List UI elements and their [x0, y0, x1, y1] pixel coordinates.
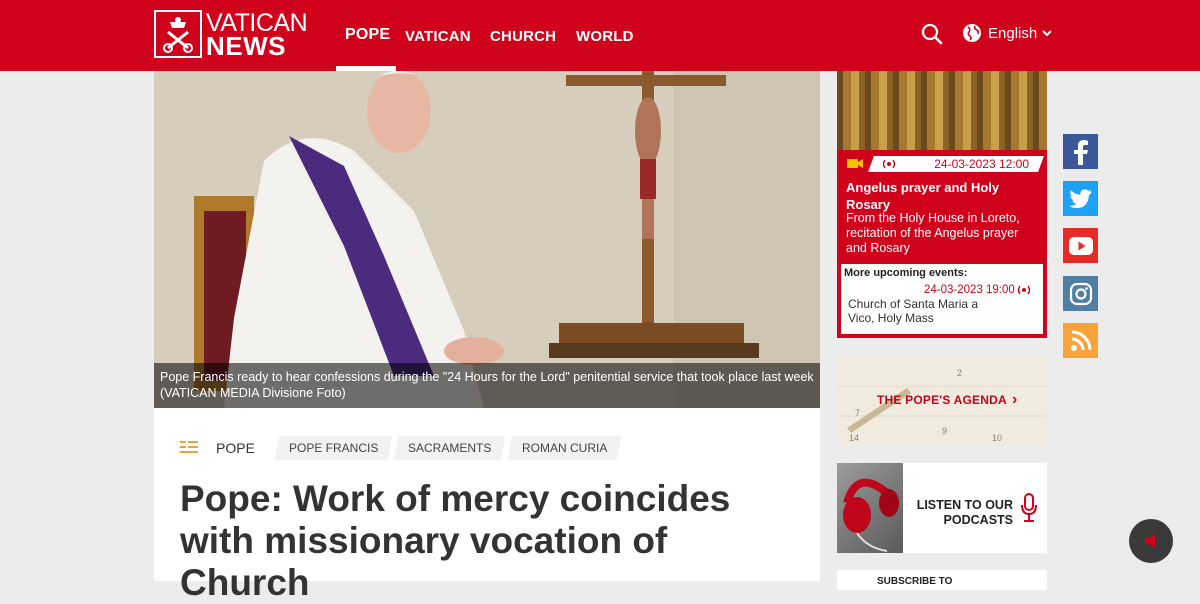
podcast-banner[interactable]: LISTEN TO OUR PODCASTS: [837, 463, 1047, 553]
rss-icon[interactable]: [1063, 323, 1098, 358]
search-icon[interactable]: [921, 23, 943, 45]
live-event-bar: 24-03-2023 12:00: [837, 154, 1047, 174]
language-selector[interactable]: English: [962, 23, 1053, 43]
article-header: POPE POPE FRANCIS SACRAMENTS ROMAN CURIA…: [154, 408, 820, 603]
video-camera-icon: [847, 159, 863, 168]
microphone-icon: [1021, 493, 1037, 522]
broadcast-icon: [882, 159, 896, 169]
more-event-datetime: 24-03-2023 19:00: [924, 284, 1015, 296]
more-event-description[interactable]: Church of Santa Maria a Vico, Holy Mass: [848, 297, 998, 325]
twitter-icon[interactable]: [1063, 181, 1098, 216]
subscribe-banner[interactable]: SUBSCRIBE TO: [837, 570, 1047, 590]
more-events-label: More upcoming events:: [844, 267, 968, 279]
nav-pope[interactable]: POPE: [345, 26, 390, 44]
language-label: English: [988, 24, 1038, 42]
vatican-emblem-icon: [154, 10, 202, 58]
live-event-datetime: 24-03-2023 12:00: [934, 157, 1029, 171]
nav-church[interactable]: CHURCH: [490, 28, 556, 45]
popes-agenda-banner[interactable]: 7 14 9 10 2 THE POPE'S AGENDA ›: [837, 356, 1047, 446]
tag-sacraments[interactable]: SACRAMENTS: [394, 436, 506, 460]
youtube-icon[interactable]: [1063, 228, 1098, 263]
site-header: VATICAN NEWS POPE VATICAN CHURCH WORLD E…: [0, 0, 1200, 71]
audio-player-button[interactable]: [1129, 519, 1173, 563]
live-event-card[interactable]: 24-03-2023 12:00 Angelus prayer and Holy…: [837, 71, 1047, 338]
broadcast-icon: [1017, 285, 1031, 295]
article-headline: Pope: Work of mercy coincides with missi…: [180, 478, 731, 603]
vatican-news-logo[interactable]: VATICAN NEWS: [154, 10, 314, 61]
globe-icon: [963, 24, 981, 42]
live-event-image: [837, 71, 1047, 150]
agenda-label: THE POPE'S AGENDA: [877, 393, 1007, 407]
chevron-down-icon: [1042, 30, 1052, 37]
hero-caption: Pope Francis ready to hear confessions d…: [154, 363, 820, 408]
speaker-icon: [1145, 534, 1155, 548]
tag-list: POPE POPE FRANCIS SACRAMENTS ROMAN CURIA: [180, 436, 625, 460]
news-section-icon: [180, 441, 198, 453]
podcast-label: LISTEN TO OUR PODCASTS: [916, 498, 1013, 527]
headphones-image: [837, 463, 903, 553]
hero-image[interactable]: Pope Francis ready to hear confessions d…: [154, 71, 820, 408]
live-event-title[interactable]: Angelus prayer and Holy Rosary: [846, 179, 1036, 213]
nav-world[interactable]: WORLD: [576, 28, 634, 45]
tag-pope-francis[interactable]: POPE FRANCIS: [274, 436, 393, 460]
tag-roman-curia[interactable]: ROMAN CURIA: [507, 436, 622, 460]
subscribe-label: SUBSCRIBE TO: [877, 576, 953, 587]
more-events-box: More upcoming events: 24-03-2023 19:00 C…: [841, 264, 1043, 334]
nav-vatican[interactable]: VATICAN: [405, 28, 471, 45]
live-event-description: From the Holy House in Loreto, recitatio…: [846, 211, 1020, 255]
facebook-icon[interactable]: [1063, 134, 1098, 169]
instagram-icon[interactable]: [1063, 276, 1098, 311]
chevron-right-icon: ›: [1012, 391, 1018, 408]
logo-text-news: NEWS: [206, 31, 286, 61]
section-label[interactable]: POPE: [216, 440, 255, 456]
